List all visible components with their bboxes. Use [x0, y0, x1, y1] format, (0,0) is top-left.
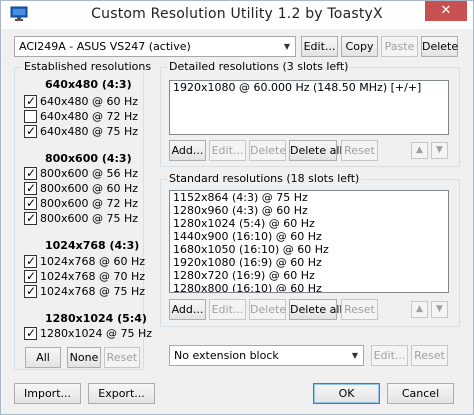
detailed-add-button[interactable]: Add... [169, 140, 206, 161]
ok-button[interactable]: OK [313, 383, 380, 404]
list-item[interactable]: 1280x800 (16:10) @ 60 Hz [170, 282, 448, 292]
chevron-down-icon: ▼ [351, 351, 359, 360]
detailed-title: Detailed resolutions (3 slots left) [167, 60, 351, 73]
group-heading-800x600: 800x600 (4:3) [45, 152, 132, 165]
standard-edit-button[interactable]: Edit... [209, 299, 246, 320]
list-item[interactable]: 1280x960 (4:3) @ 60 Hz [170, 204, 448, 217]
established-reset-button[interactable]: Reset [104, 347, 140, 368]
monitor-paste-button[interactable]: Paste [381, 36, 418, 57]
move-down-icon[interactable]: ▼ [431, 142, 448, 159]
checkbox-label: 800x600 @ 75 Hz [40, 212, 139, 225]
move-up-icon[interactable]: ▲ [411, 301, 428, 318]
import-button[interactable]: Import... [14, 383, 81, 404]
standard-delete-all-button[interactable]: Delete all [289, 299, 343, 320]
export-button[interactable]: Export... [88, 383, 155, 404]
detailed-list[interactable]: 1920x1080 @ 60.000 Hz (148.50 MHz) [+/+] [169, 80, 449, 135]
checkbox-label: 640x480 @ 60 Hz [40, 95, 139, 108]
checkbox-label: 1024x768 @ 70 Hz [40, 270, 146, 283]
list-item[interactable]: 1920x1080 (16:9) @ 60 Hz [170, 256, 448, 269]
checkbox-label: 1280x1024 @ 75 Hz [40, 327, 153, 340]
detailed-edit-button[interactable]: Edit... [209, 140, 246, 161]
extension-reset-button[interactable]: Reset [411, 345, 448, 366]
checkbox-label: 800x600 @ 56 Hz [40, 167, 139, 180]
monitor-edit-button[interactable]: Edit... [301, 36, 338, 57]
title-bar[interactable]: Custom Resolution Utility 1.2 by ToastyX… [1, 1, 473, 29]
move-down-icon[interactable]: ▼ [431, 301, 448, 318]
standard-title: Standard resolutions (18 slots left) [167, 172, 362, 185]
checkbox-label: 800x600 @ 72 Hz [40, 197, 139, 210]
group-heading-640x480: 640x480 (4:3) [45, 78, 132, 91]
group-heading-1024x768: 1024x768 (4:3) [45, 239, 140, 252]
standard-add-button[interactable]: Add... [169, 299, 206, 320]
list-item[interactable]: 1440x900 (16:10) @ 60 Hz [170, 230, 448, 243]
standard-delete-button[interactable]: Delete [249, 299, 286, 320]
detailed-reset-button[interactable]: Reset [341, 140, 378, 161]
detailed-delete-all-button[interactable]: Delete all [289, 140, 343, 161]
standard-reset-button[interactable]: Reset [341, 299, 378, 320]
monitor-delete-button[interactable]: Delete [421, 36, 458, 57]
established-title: Established resolutions [22, 60, 154, 73]
checkbox-label: 800x600 @ 60 Hz [40, 182, 139, 195]
move-up-icon[interactable]: ▲ [411, 142, 428, 159]
window-title: Custom Resolution Utility 1.2 by ToastyX [91, 6, 383, 22]
extension-select[interactable]: No extension block ▼ [169, 345, 364, 366]
list-item[interactable]: 1920x1080 @ 60.000 Hz (148.50 MHz) [+/+] [170, 81, 448, 94]
checkbox-label: 640x480 @ 72 Hz [40, 110, 139, 123]
main-window: Custom Resolution Utility 1.2 by ToastyX… [0, 0, 474, 415]
checkbox-label: 1024x768 @ 60 Hz [40, 255, 146, 268]
list-item[interactable]: 1680x1050 (16:10) @ 60 Hz [170, 243, 448, 256]
extension-select-value: No extension block [174, 349, 279, 362]
chevron-down-icon: ▼ [283, 42, 291, 51]
checkbox-label: 1024x768 @ 75 Hz [40, 285, 146, 298]
select-all-button[interactable]: All [25, 347, 61, 368]
group-heading-1280x1024: 1280x1024 (5:4) [45, 312, 147, 325]
cancel-button[interactable]: Cancel [387, 383, 454, 404]
list-item[interactable]: 1280x1024 (5:4) @ 60 Hz [170, 217, 448, 230]
list-item[interactable]: 1280x720 (16:9) @ 60 Hz [170, 269, 448, 282]
monitor-copy-button[interactable]: Copy [341, 36, 378, 57]
detailed-delete-button[interactable]: Delete [249, 140, 286, 161]
standard-list[interactable]: 1152x864 (4:3) @ 75 Hz 1280x960 (4:3) @ … [169, 190, 449, 293]
checkbox-label: 640x480 @ 75 Hz [40, 125, 139, 138]
select-none-button[interactable]: None [67, 347, 101, 368]
monitor-select[interactable]: ACI249A - ASUS VS247 (active) ▼ [14, 36, 296, 57]
extension-edit-button[interactable]: Edit... [371, 345, 408, 366]
monitor-select-value: ACI249A - ASUS VS247 (active) [19, 40, 191, 53]
close-button[interactable]: ✕ [425, 1, 467, 21]
list-item[interactable]: 1152x864 (4:3) @ 75 Hz [170, 191, 448, 204]
